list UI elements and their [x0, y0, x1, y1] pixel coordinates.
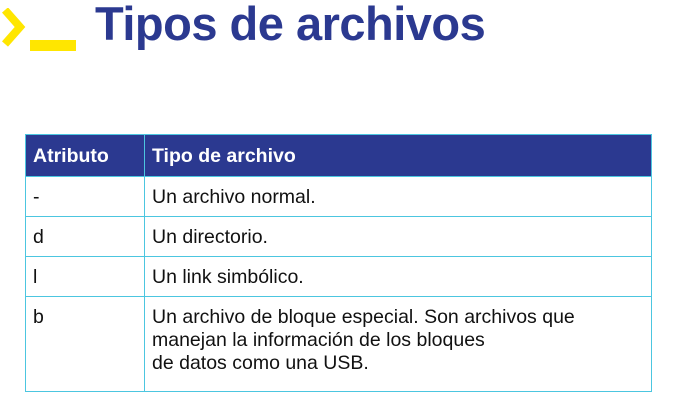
header-atributo: Atributo [25, 134, 145, 177]
table-row: - Un archivo normal. [25, 176, 652, 217]
attribute-cell: d [25, 216, 145, 257]
table-row: l Un link simbólico. [25, 256, 652, 297]
file-type-cell: Un link simbólico. [144, 256, 652, 297]
table-row: d Un directorio. [25, 216, 652, 257]
table-header-row: Atributo Tipo de archivo [25, 134, 652, 177]
file-type-cell: Un directorio. [144, 216, 652, 257]
attribute-cell: - [25, 176, 145, 217]
file-type-cell: Un archivo normal. [144, 176, 652, 217]
attribute-cell: l [25, 256, 145, 297]
header-tipo-de-archivo: Tipo de archivo [144, 134, 652, 177]
file-types-table: Atributo Tipo de archivo - Un archivo no… [25, 134, 652, 392]
terminal-prompt-icon [2, 8, 76, 51]
attribute-cell: b [25, 296, 145, 392]
page-title: Tipos de archivos [95, 0, 486, 50]
file-type-cell: Un archivo de bloque especial. Son archi… [144, 296, 652, 392]
table-row: b Un archivo de bloque especial. Son arc… [25, 296, 652, 392]
